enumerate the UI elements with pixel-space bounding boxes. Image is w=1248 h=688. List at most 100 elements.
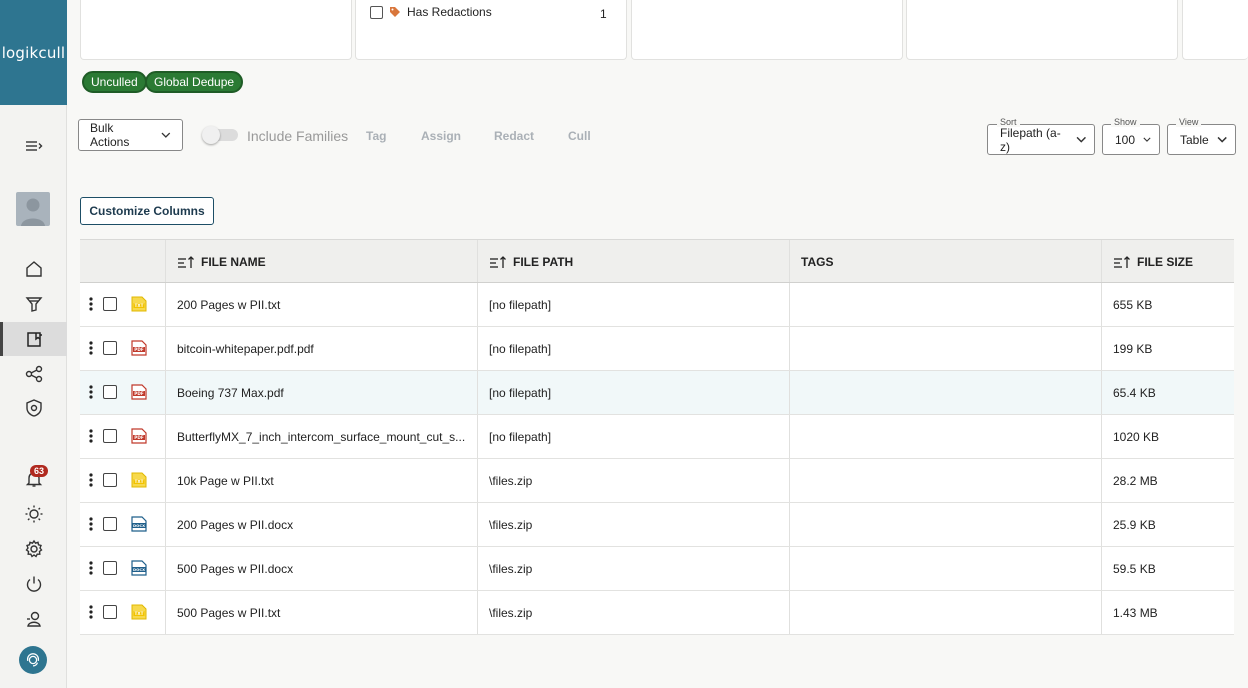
sidebar: logikcull 63: [0, 0, 67, 688]
customize-columns-button[interactable]: Customize Columns: [80, 197, 214, 225]
view-label: View: [1176, 117, 1202, 127]
column-label: FILE SIZE: [1137, 254, 1194, 269]
column-label: FILE PATH: [513, 254, 574, 269]
column-divider: [1101, 415, 1102, 458]
power-icon[interactable]: [0, 567, 67, 601]
column-divider: [1101, 591, 1102, 634]
file-name-cell[interactable]: 200 Pages w PII.txt: [177, 283, 280, 326]
pdf-file-icon: PDF: [130, 427, 148, 445]
file-name-cell[interactable]: ButterflyMX_7_inch_intercom_surface_moun…: [177, 415, 465, 458]
column-file-path[interactable]: FILE PATH: [489, 240, 573, 283]
chevron-down-icon: [161, 132, 171, 138]
svg-text:DOCX: DOCX: [133, 523, 145, 528]
column-file-name[interactable]: FILE NAME: [177, 240, 266, 283]
collapse-menu-icon[interactable]: [0, 129, 67, 163]
row-checkbox[interactable]: [103, 429, 117, 443]
table-row[interactable]: TXT 200 Pages w PII.txt [no filepath] 655 K…: [80, 283, 1234, 327]
column-divider: [789, 591, 790, 634]
tag-action[interactable]: Tag: [366, 129, 386, 143]
filter-pill-global-dedupe[interactable]: Global Dedupe: [145, 71, 244, 93]
row-menu-icon[interactable]: [89, 385, 93, 399]
table-row[interactable]: TXT 10k Page w PII.txt \files.zip 28.2 MB: [80, 459, 1234, 503]
row-checkbox[interactable]: [103, 341, 117, 355]
sun-icon[interactable]: [0, 497, 67, 531]
svg-text:PDF: PDF: [134, 435, 144, 440]
facet-card: [1182, 0, 1248, 60]
view-value: Table: [1180, 132, 1209, 147]
file-name-cell[interactable]: bitcoin-whitepaper.pdf.pdf: [177, 327, 314, 370]
logo[interactable]: logikcull: [0, 0, 67, 105]
row-menu-icon[interactable]: [89, 429, 93, 443]
column-divider: [165, 327, 166, 370]
pdf-file-icon: PDF: [130, 383, 148, 401]
include-families-label: Include Families: [247, 128, 349, 144]
column-file-size[interactable]: FILE SIZE: [1113, 240, 1193, 283]
column-divider: [1101, 503, 1102, 546]
file-name-cell[interactable]: 200 Pages w PII.docx: [177, 503, 293, 546]
upload-funnel-icon[interactable]: [0, 287, 67, 321]
file-size-cell: 28.2 MB: [1113, 473, 1158, 488]
column-divider: [165, 283, 166, 326]
table-row[interactable]: PDF ButterflyMX_7_inch_intercom_surface_m…: [80, 415, 1234, 459]
row-menu-icon[interactable]: [89, 341, 93, 355]
facet-has-redactions[interactable]: Has Redactions: [370, 5, 492, 19]
file-name-cell[interactable]: 500 Pages w PII.txt: [177, 591, 280, 634]
table-row[interactable]: DOCX 200 Pages w PII.docx \files.zip 25.9 K…: [80, 503, 1234, 547]
facet-checkbox[interactable]: [370, 5, 383, 19]
column-divider: [1101, 547, 1102, 590]
cull-action[interactable]: Cull: [568, 129, 591, 143]
file-path-cell: [no filepath]: [489, 341, 552, 356]
notification-count-badge: 63: [30, 465, 49, 477]
settings-gear-icon[interactable]: [0, 532, 67, 566]
facet-label: Has Redactions: [407, 5, 492, 19]
show-select[interactable]: 100: [1102, 124, 1160, 155]
file-name-cell[interactable]: 500 Pages w PII.docx: [177, 547, 293, 590]
column-label: FILE NAME: [201, 254, 266, 269]
row-checkbox[interactable]: [103, 385, 117, 399]
column-divider: [1101, 371, 1102, 414]
account-icon[interactable]: [0, 602, 67, 636]
file-size-cell: 1.43 MB: [1113, 605, 1158, 620]
row-menu-icon[interactable]: [89, 517, 93, 531]
facet-card: [906, 0, 1178, 60]
filter-pill-unculled[interactable]: Unculled: [82, 71, 147, 93]
view-select[interactable]: Table: [1167, 124, 1236, 155]
row-checkbox[interactable]: [103, 561, 117, 575]
review-book-icon[interactable]: [0, 322, 67, 356]
file-name-cell[interactable]: 10k Page w PII.txt: [177, 459, 274, 502]
file-name-cell[interactable]: Boeing 737 Max.pdf: [177, 371, 284, 414]
file-path-cell: \files.zip: [489, 517, 533, 532]
show-label: Show: [1111, 117, 1140, 127]
table-row[interactable]: PDF bitcoin-whitepaper.pdf.pdf [no filepat…: [80, 327, 1234, 371]
sort-select[interactable]: Filepath (a-z): [987, 124, 1095, 155]
row-checkbox[interactable]: [103, 297, 117, 311]
row-checkbox[interactable]: [103, 517, 117, 531]
row-checkbox[interactable]: [103, 473, 117, 487]
file-size-cell: 25.9 KB: [1113, 517, 1156, 532]
home-icon[interactable]: [0, 252, 67, 286]
docx-file-icon: DOCX: [130, 559, 148, 577]
row-menu-icon[interactable]: [89, 473, 93, 487]
column-divider: [789, 459, 790, 502]
table-row[interactable]: DOCX 500 Pages w PII.docx \files.zip 59.5 K…: [80, 547, 1234, 591]
column-tags[interactable]: TAGS: [801, 240, 833, 283]
column-divider: [165, 459, 166, 502]
row-menu-icon[interactable]: [89, 561, 93, 575]
row-menu-icon[interactable]: [89, 297, 93, 311]
bulk-actions-dropdown[interactable]: Bulk Actions: [78, 119, 183, 151]
share-network-icon[interactable]: [0, 357, 67, 391]
shield-icon[interactable]: [0, 391, 67, 425]
include-families-toggle[interactable]: [202, 126, 238, 144]
table-row[interactable]: TXT 500 Pages w PII.txt \files.zip 1.43 MB: [80, 591, 1234, 635]
column-divider: [165, 371, 166, 414]
file-path-cell: \files.zip: [489, 473, 533, 488]
column-divider: [477, 547, 478, 590]
redact-action[interactable]: Redact: [494, 129, 534, 143]
avatar[interactable]: [16, 192, 50, 226]
column-divider: [477, 240, 478, 282]
assign-action[interactable]: Assign: [421, 129, 461, 143]
table-row[interactable]: PDF Boeing 737 Max.pdf [no filepath] 65.4 K…: [80, 371, 1234, 415]
row-menu-icon[interactable]: [89, 605, 93, 619]
support-icon[interactable]: [19, 646, 47, 674]
row-checkbox[interactable]: [103, 605, 117, 619]
